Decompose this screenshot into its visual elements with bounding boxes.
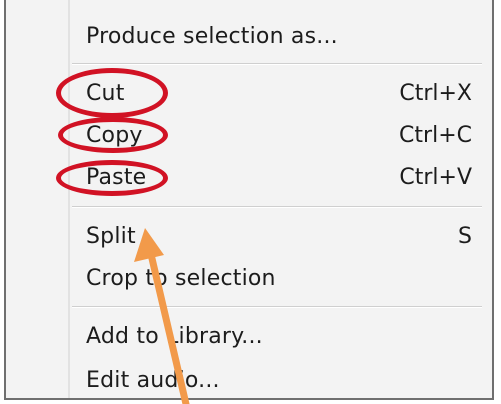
context-menu: Produce selection as... Cut Ctrl+X Copy … [4, 0, 494, 400]
menu-item-label: Paste [86, 165, 147, 190]
menu-item-produce-selection[interactable]: Produce selection as... [6, 16, 492, 56]
menu-item-shortcut: S [458, 224, 472, 249]
menu-separator [72, 63, 482, 65]
menu-separator [72, 306, 482, 308]
menu-item-shortcut: Ctrl+C [399, 123, 472, 148]
menu-item-label: Crop to selection [86, 266, 276, 291]
menu-item-cut[interactable]: Cut Ctrl+X [6, 73, 492, 113]
menu-item-label: Split [86, 224, 136, 249]
menu-item-crop-to-selection[interactable]: Crop to selection [6, 258, 492, 298]
menu-item-split[interactable]: Split S [6, 216, 492, 256]
menu-item-edit-audio[interactable]: Edit audio... [6, 360, 492, 400]
menu-separator [72, 206, 482, 208]
menu-item-label: Produce selection as... [86, 24, 338, 49]
menu-item-add-to-library[interactable]: Add to Library... [6, 316, 492, 356]
menu-item-label: Copy [86, 123, 143, 148]
menu-item-shortcut: Ctrl+X [399, 81, 472, 106]
menu-item-paste[interactable]: Paste Ctrl+V [6, 157, 492, 197]
menu-item-label: Cut [86, 81, 125, 106]
menu-item-label: Edit audio... [86, 368, 220, 393]
menu-item-shortcut: Ctrl+V [399, 165, 472, 190]
menu-item-copy[interactable]: Copy Ctrl+C [6, 115, 492, 155]
menu-item-label: Add to Library... [86, 324, 263, 349]
